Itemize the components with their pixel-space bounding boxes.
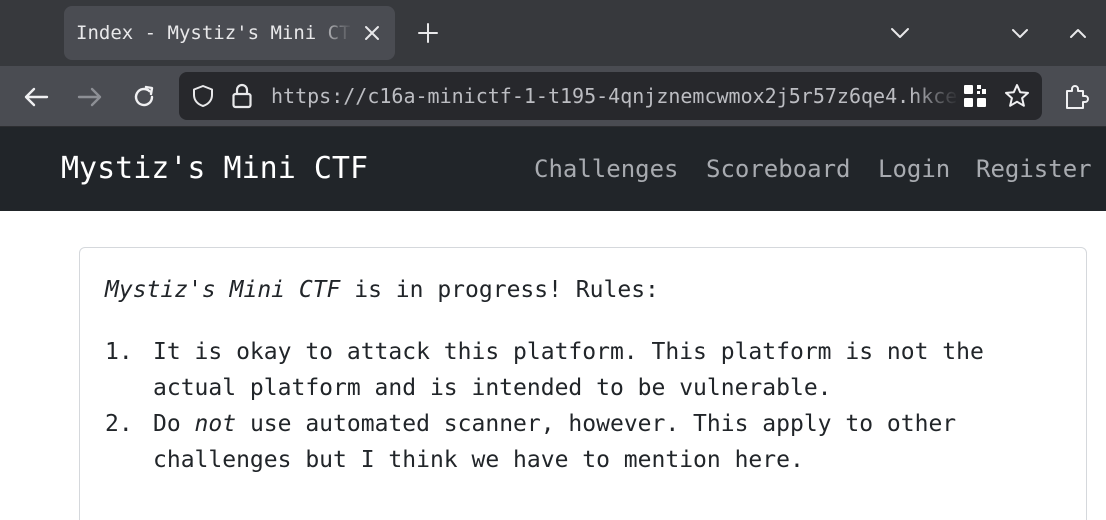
rule-text: Do not use automated scanner, however. T… (153, 406, 1065, 478)
close-icon[interactable] (358, 19, 386, 47)
nav-link-login[interactable]: Login (878, 152, 950, 186)
reload-icon[interactable] (127, 80, 161, 114)
star-icon[interactable] (1003, 82, 1031, 110)
arrow-left-icon[interactable] (19, 80, 53, 114)
arrow-right-icon[interactable] (73, 80, 107, 114)
intro-ctf-name: Mystiz's Mini CTF (105, 277, 341, 303)
plus-icon[interactable] (412, 17, 444, 49)
tab-title: Index - Mystiz's Mini CTF (76, 22, 352, 44)
lock-icon[interactable] (231, 83, 253, 109)
browser-tab-strip: Index - Mystiz's Mini CTF (0, 0, 1106, 66)
nav-link-scoreboard[interactable]: Scoreboard (706, 152, 851, 186)
chevron-down-icon[interactable] (1004, 17, 1036, 49)
address-bar[interactable]: https://c16a-minictf-1-t195-4qnjznemcwmo… (179, 72, 1042, 120)
rules-list: 1. It is okay to attack this platform. T… (105, 334, 1065, 478)
intro-text: Mystiz's Mini CTF is in progress! Rules: (105, 274, 659, 306)
rule-number: 1. (105, 339, 133, 365)
browser-tab-active[interactable]: Index - Mystiz's Mini CTF (64, 6, 395, 60)
list-item: 1. It is okay to attack this platform. T… (105, 334, 1065, 406)
rule-text-before: Do (153, 411, 195, 437)
browser-toolbar: https://c16a-minictf-1-t195-4qnjznemcwmo… (0, 66, 1106, 127)
shield-icon[interactable] (191, 84, 215, 108)
rule-number: 2. (105, 411, 133, 437)
rule-text-after: use automated scanner, however. This app… (153, 411, 957, 473)
chevron-up-icon[interactable] (1062, 17, 1094, 49)
intro-rest: is in progress! Rules: (340, 277, 659, 303)
list-item: 2. Do not use automated scanner, however… (105, 406, 1065, 478)
rule-text-emphasis: not (194, 411, 237, 437)
nav-link-register[interactable]: Register (976, 152, 1092, 186)
qr-code-icon[interactable] (963, 84, 987, 108)
chevron-down-icon[interactable] (884, 17, 916, 49)
site-brand[interactable]: Mystiz's Mini CTF (61, 149, 368, 189)
rule-text: It is okay to attack this platform. This… (153, 339, 984, 401)
nav-link-challenges[interactable]: Challenges (534, 152, 679, 186)
rules-card: Mystiz's Mini CTF is in progress! Rules:… (79, 247, 1087, 520)
url-text[interactable]: https://c16a-minictf-1-t195-4qnjznemcwmo… (271, 82, 959, 110)
puzzle-icon[interactable] (1059, 80, 1093, 114)
site-navbar: Mystiz's Mini CTF Challenges Scoreboard … (0, 127, 1106, 211)
